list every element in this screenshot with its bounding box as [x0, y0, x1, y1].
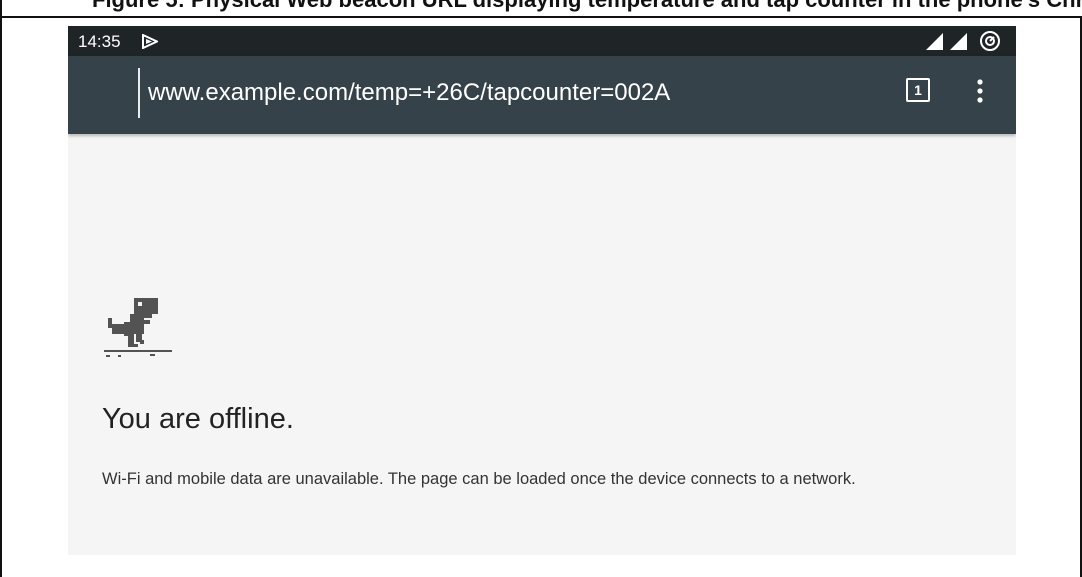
status-bar: 14:35	[68, 26, 1016, 56]
figure-caption-bar: Figure 5: Physical Web beacon URL displa…	[2, 0, 1082, 18]
phone-screen: 14:35 www.example.com/temp=+26C/tapcount…	[68, 26, 1016, 555]
sync-icon	[980, 31, 1000, 51]
tab-switcher-button[interactable]: 1	[906, 78, 930, 102]
browser-toolbar: www.example.com/temp=+26C/tapcounter=002…	[68, 56, 1016, 134]
url-bar[interactable]: www.example.com/temp=+26C/tapcounter=002…	[138, 68, 878, 118]
figure-caption: Figure 5: Physical Web beacon URL displa…	[92, 0, 1082, 13]
offline-message: Wi-Fi and mobile data are unavailable. T…	[102, 470, 856, 488]
url-text: www.example.com/temp=+26C/tapcounter=002…	[148, 79, 671, 106]
figure-frame: Figure 5: Physical Web beacon URL displa…	[0, 0, 1082, 577]
dino-icon	[104, 298, 172, 357]
status-time: 14:35	[78, 32, 121, 51]
text-cursor	[138, 68, 140, 118]
play-icon	[142, 34, 158, 49]
offline-title: You are offline.	[102, 403, 294, 435]
signal-icon	[950, 33, 967, 50]
signal-icon	[926, 33, 943, 50]
more-vert-icon[interactable]	[970, 76, 990, 106]
